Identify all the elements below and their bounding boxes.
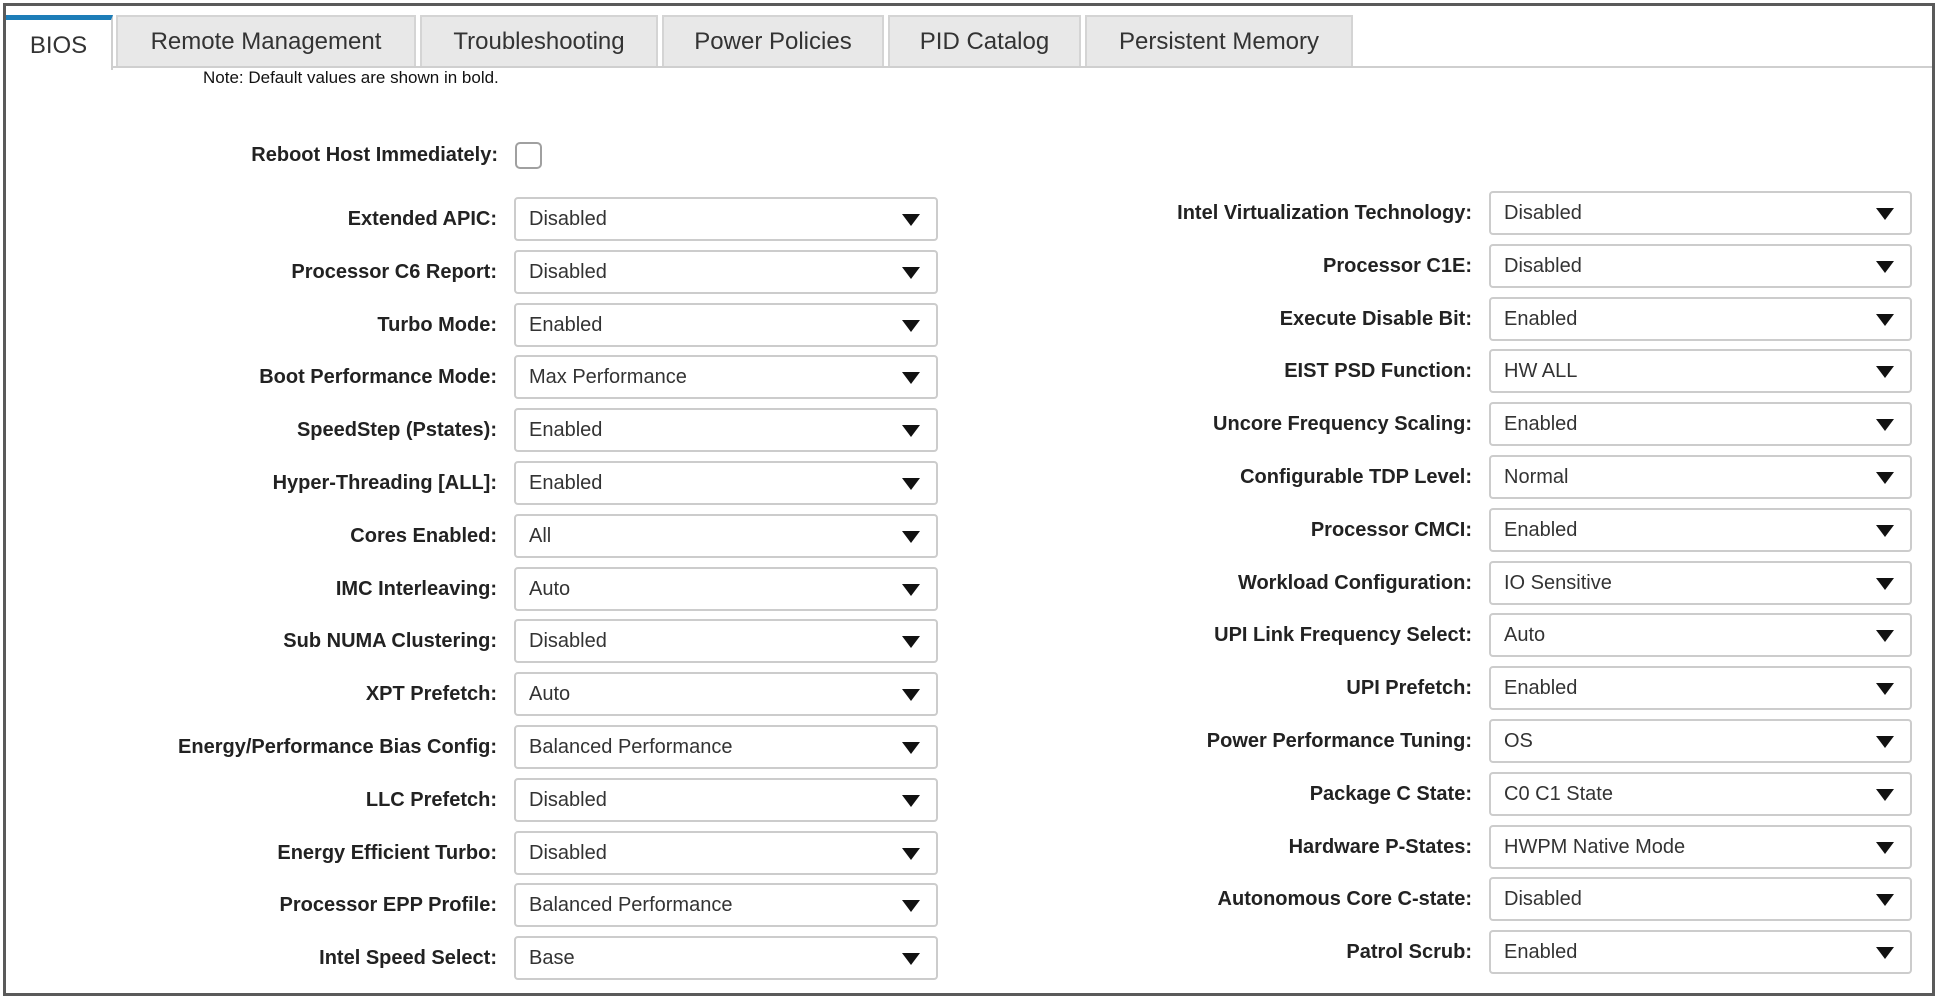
setting-row-patrol-scrub: Patrol Scrub: Enabled — [6, 930, 1912, 975]
setting-label: Intel Virtualization Technology: — [1177, 202, 1472, 224]
tab-troubleshooting[interactable]: Troubleshooting — [420, 15, 658, 66]
reboot-host-label: Reboot Host Immediately: — [251, 144, 498, 166]
select-value: Enabled — [1504, 413, 1578, 436]
setting-row-uncore-frequency-scaling: Uncore Frequency Scaling: Enabled — [6, 402, 1912, 447]
power-performance-tuning-select[interactable]: OS — [1489, 719, 1912, 763]
caret-down-icon — [1876, 630, 1894, 643]
select-value: Disabled — [1504, 254, 1582, 277]
select-value: OS — [1504, 730, 1533, 752]
tab-pid-catalog[interactable]: PID Catalog — [888, 15, 1081, 66]
select-value: Disabled — [1504, 202, 1582, 224]
caret-down-icon — [1876, 736, 1894, 748]
setting-row-power-performance-tuning: Power Performance Tuning: OS — [6, 719, 1912, 763]
configurable-tdp-level-select[interactable]: Normal — [1489, 455, 1912, 499]
select-value: Enabled — [1504, 518, 1578, 541]
processor-c1e-select[interactable]: Disabled — [1489, 243, 1912, 288]
setting-row-upi-link-frequency-select: UPI Link Frequency Select: Auto — [6, 613, 1912, 658]
setting-label: UPI Prefetch: — [1346, 677, 1472, 700]
setting-row-execute-disable-bit: Execute Disable Bit: Enabled — [6, 296, 1912, 341]
autonomous-core-c-state-select[interactable]: Disabled — [1489, 877, 1912, 922]
setting-row-processor-c1e: Processor C1E: Disabled — [6, 243, 1912, 288]
setting-label: Workload Configuration: — [1237, 571, 1472, 594]
caret-down-icon — [1876, 419, 1894, 432]
tab-persistent-memory[interactable]: Persistent Memory — [1085, 15, 1353, 66]
upi-prefetch-select[interactable]: Enabled — [1489, 666, 1912, 711]
select-value: Enabled — [1504, 941, 1578, 964]
select-value: Enabled — [1504, 307, 1578, 330]
bios-policy-panel: BIOS Remote Management Troubleshooting P… — [3, 3, 1935, 996]
caret-down-icon — [1876, 208, 1894, 220]
setting-label: Configurable TDP Level: — [1240, 466, 1472, 488]
setting-row-processor-cmci: Processor CMCI: Enabled — [6, 507, 1912, 552]
setting-row-package-c-state: Package C State: C0 C1 State — [6, 771, 1912, 816]
setting-label: Package C State: — [1309, 782, 1472, 805]
caret-down-icon — [1876, 577, 1894, 590]
setting-label: Hardware P-States: — [1288, 835, 1472, 858]
reboot-host-checkbox[interactable] — [515, 142, 542, 169]
caret-down-icon — [1876, 788, 1894, 801]
setting-label: Uncore Frequency Scaling: — [1213, 413, 1472, 436]
upi-link-frequency-select-select[interactable]: Auto — [1489, 613, 1912, 658]
select-value: Auto — [1504, 624, 1546, 647]
hardware-p-states-select[interactable]: HWPM Native Mode — [1489, 824, 1912, 869]
setting-row-hardware-p-states: Hardware P-States: HWPM Native Mode — [6, 824, 1912, 869]
tab-bar: BIOS Remote Management Troubleshooting P… — [6, 6, 1932, 70]
workload-configuration-select[interactable]: IO Sensitive — [1489, 560, 1912, 605]
caret-down-icon — [1876, 841, 1894, 854]
eist-psd-function-select[interactable]: HW ALL — [1489, 349, 1912, 394]
setting-row-configurable-tdp-level: Configurable TDP Level: Normal — [6, 455, 1912, 499]
setting-label: Patrol Scrub: — [1346, 941, 1472, 964]
reboot-host-row: Reboot Host Immediately: — [6, 138, 546, 172]
tab-power-policies[interactable]: Power Policies — [662, 15, 884, 66]
caret-down-icon — [1876, 683, 1894, 696]
execute-disable-bit-select[interactable]: Enabled — [1489, 296, 1912, 341]
default-values-note: Note: Default values are shown in bold. — [203, 68, 499, 87]
setting-row-workload-configuration: Workload Configuration: IO Sensitive — [6, 560, 1912, 605]
caret-down-icon — [1876, 313, 1894, 326]
setting-label: EIST PSD Function: — [1284, 360, 1472, 383]
select-value: Enabled — [1504, 677, 1578, 700]
setting-row-upi-prefetch: UPI Prefetch: Enabled — [6, 666, 1912, 711]
processor-cmci-select[interactable]: Enabled — [1489, 507, 1912, 552]
setting-label: Processor CMCI: — [1310, 518, 1472, 541]
select-value: C0 C1 State — [1504, 782, 1613, 805]
caret-down-icon — [1876, 947, 1894, 960]
uncore-frequency-scaling-select[interactable]: Enabled — [1489, 402, 1912, 447]
setting-row-eist-psd-function: EIST PSD Function: HW ALL — [6, 349, 1912, 394]
select-value: Normal — [1504, 466, 1569, 488]
setting-label: Processor C1E: — [1323, 254, 1472, 277]
patrol-scrub-select[interactable]: Enabled — [1489, 930, 1912, 975]
caret-down-icon — [1876, 366, 1894, 379]
caret-down-icon — [1876, 524, 1894, 537]
setting-row-autonomous-core-c-state: Autonomous Core C-state: Disabled — [6, 877, 1912, 922]
setting-label: Autonomous Core C-state: — [1217, 888, 1472, 911]
caret-down-icon — [1876, 260, 1894, 273]
setting-row-intel-virtualization-technology: Intel Virtualization Technology: Disabled — [6, 191, 1912, 235]
tab-bios[interactable]: BIOS — [6, 15, 113, 70]
caret-down-icon — [1876, 472, 1894, 484]
caret-down-icon — [1876, 894, 1894, 907]
setting-label: UPI Link Frequency Select: — [1214, 624, 1472, 647]
select-value: IO Sensitive — [1504, 571, 1612, 594]
select-value: HWPM Native Mode — [1504, 835, 1686, 858]
select-value: HW ALL — [1504, 360, 1578, 383]
setting-label: Execute Disable Bit: — [1279, 307, 1472, 330]
setting-label: Power Performance Tuning: — [1206, 730, 1472, 752]
select-value: Disabled — [1504, 888, 1582, 911]
tab-remote-management[interactable]: Remote Management — [116, 15, 416, 66]
package-c-state-select[interactable]: C0 C1 State — [1489, 771, 1912, 816]
intel-virtualization-technology-select[interactable]: Disabled — [1489, 191, 1912, 235]
